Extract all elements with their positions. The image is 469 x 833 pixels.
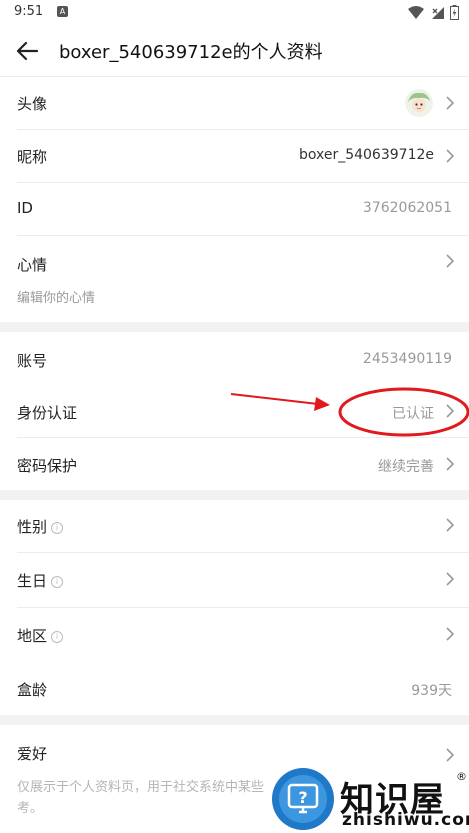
row-password-label: 密码保护	[17, 457, 78, 475]
chevron-right-icon	[446, 149, 455, 163]
row-hobby-label: 爱好	[17, 745, 48, 763]
wifi-icon	[408, 5, 424, 19]
chevron-right-icon	[446, 254, 455, 268]
status-time: 9:51	[14, 4, 44, 19]
row-account-label: 账号	[17, 352, 48, 370]
signal-icon	[432, 6, 444, 19]
info-icon[interactable]: i	[51, 575, 64, 588]
hobby-note-line2: 考。	[17, 801, 44, 816]
row-gender-label: 性别 i	[17, 516, 64, 537]
battery-icon	[450, 5, 459, 20]
top-app-bar: boxer_540639712e的个人资料	[0, 26, 469, 76]
status-bar: 9:51 A	[0, 0, 469, 26]
chevron-right-icon	[446, 572, 455, 586]
hobby-note-line1: 仅展示于个人资料页，用于社交系统中某些	[17, 780, 265, 795]
avatar-image	[405, 89, 433, 117]
account-value: 2453490119	[362, 351, 452, 367]
avatar[interactable]	[405, 89, 433, 117]
row-birthday[interactable]: 生日 i	[0, 553, 469, 607]
system-icons	[408, 5, 459, 20]
identity-status: 已认证	[392, 406, 434, 422]
row-identity-verification[interactable]: 身份认证 已认证	[0, 384, 469, 437]
row-box-age-label: 盒龄	[17, 681, 48, 699]
row-id-label: ID	[17, 199, 33, 217]
mood-placeholder[interactable]: 编辑你的心情	[17, 287, 95, 306]
back-arrow-icon[interactable]	[14, 38, 40, 64]
row-nickname[interactable]: 昵称 boxer_540639712e	[0, 130, 469, 182]
row-birthday-label: 生日 i	[17, 570, 64, 591]
chevron-right-icon	[446, 518, 455, 532]
box-age-value: 939天	[411, 683, 452, 699]
watermark-logo-icon: ?	[272, 768, 334, 830]
row-region-label: 地区 i	[17, 625, 64, 646]
chevron-right-icon	[446, 748, 455, 762]
chevron-right-icon	[446, 96, 455, 110]
row-nickname-label: 昵称	[17, 148, 48, 166]
chevron-right-icon	[446, 457, 455, 471]
row-avatar[interactable]: 头像	[0, 77, 469, 129]
watermark-domain: zhishiwu.com	[342, 810, 469, 830]
row-identity-label: 身份认证	[17, 404, 78, 422]
row-password-protection[interactable]: 密码保护 继续完善	[0, 438, 469, 490]
watermark: ? 知识屋 ® zhishiwu.com	[272, 766, 469, 833]
row-region[interactable]: 地区 i	[0, 608, 469, 661]
chevron-right-icon	[446, 404, 455, 418]
row-mood-label: 心情	[17, 256, 48, 274]
app-notification-icon: A	[57, 6, 68, 17]
row-gender[interactable]: 性别 i	[0, 500, 469, 552]
svg-text:?: ?	[298, 788, 307, 807]
section-gap	[0, 715, 469, 725]
nickname-value: boxer_540639712e	[298, 147, 434, 163]
password-status: 继续完善	[378, 459, 434, 475]
info-icon[interactable]: i	[51, 630, 64, 643]
id-value: 3762062051	[362, 200, 452, 216]
page-title: boxer_540639712e的个人资料	[59, 42, 323, 63]
info-icon[interactable]: i	[51, 521, 64, 534]
section-gap	[0, 490, 469, 500]
row-account: 账号 2453490119	[0, 332, 469, 384]
row-avatar-label: 头像	[17, 95, 48, 113]
row-id: ID 3762062051	[0, 183, 469, 235]
section-gap	[0, 322, 469, 332]
row-mood[interactable]: 心情 编辑你的心情	[0, 236, 469, 322]
chevron-right-icon	[446, 627, 455, 641]
row-box-age: 盒龄 939天	[0, 661, 469, 715]
watermark-registered: ®	[456, 770, 467, 783]
